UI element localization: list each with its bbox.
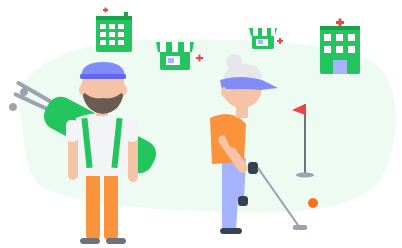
clinic-icon — [320, 18, 360, 74]
hospital-icon — [96, 7, 132, 52]
golf-ball-icon — [308, 198, 318, 208]
senior-golf-illustration — [9, 7, 396, 244]
